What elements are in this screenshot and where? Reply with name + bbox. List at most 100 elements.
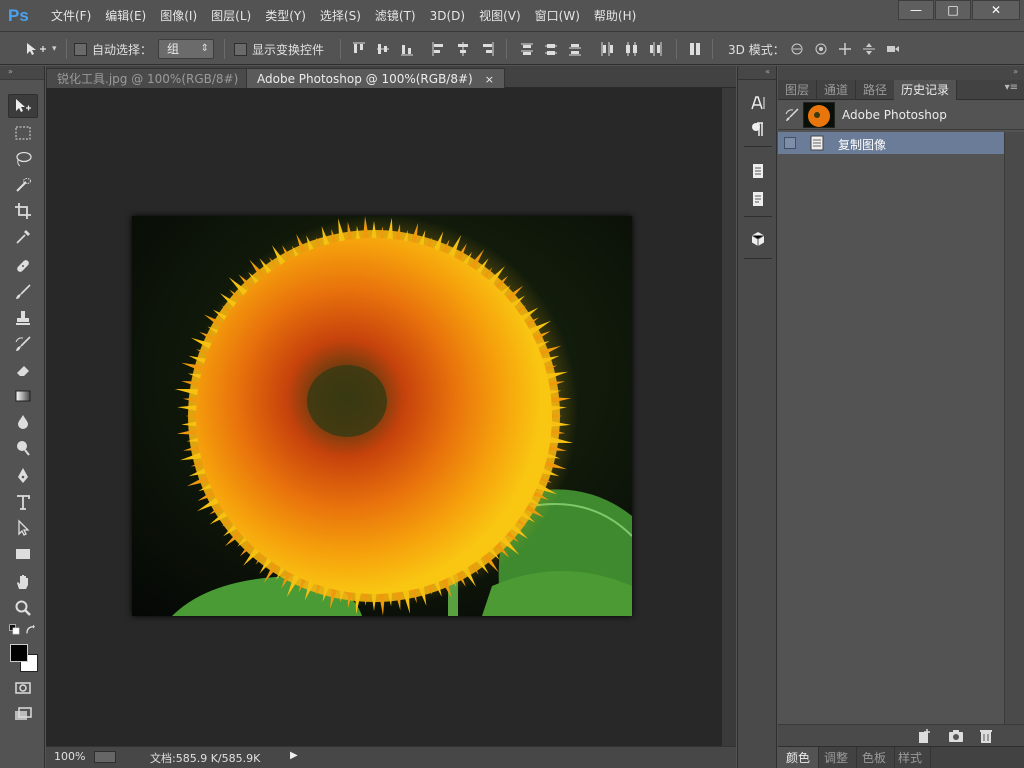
history-panel-scrollbar[interactable] <box>1004 132 1024 726</box>
paragraph-panel-icon[interactable] <box>747 118 769 140</box>
align-top-icon[interactable] <box>352 41 366 57</box>
foreground-color-swatch[interactable] <box>10 644 28 662</box>
document-image[interactable] <box>132 216 632 616</box>
minimize-button[interactable]: — <box>898 0 934 20</box>
gradient-tool-button[interactable] <box>8 384 38 408</box>
menu-3d[interactable]: 3D(D) <box>423 0 472 32</box>
3d-camera-icon[interactable] <box>886 41 904 57</box>
tab-styles[interactable]: 样式 <box>890 747 932 768</box>
dodge-tool-button[interactable] <box>8 436 38 460</box>
3d-rotate-icon[interactable] <box>790 41 808 57</box>
distribute-right-icon[interactable] <box>648 41 662 57</box>
auto-select-option: 自动选择： <box>74 39 152 59</box>
history-brush-source-checkbox[interactable] <box>784 137 796 149</box>
history-brush-tool-button[interactable] <box>8 332 38 356</box>
menu-select[interactable]: 选择(S) <box>313 0 368 32</box>
menu-layer[interactable]: 图层(L) <box>204 0 258 32</box>
status-preview-icon[interactable] <box>94 751 116 763</box>
auto-select-dropdown[interactable]: 组 <box>158 39 214 59</box>
tab-close-icon[interactable]: × <box>485 73 494 86</box>
auto-align-icon[interactable] <box>688 41 702 57</box>
menu-image[interactable]: 图像(I) <box>153 0 204 32</box>
menu-edit[interactable]: 编辑(E) <box>98 0 153 32</box>
rectangle-tool-button[interactable] <box>8 542 38 566</box>
eraser-tool-button[interactable] <box>8 358 38 382</box>
camera-icon[interactable] <box>948 728 964 744</box>
zoom-level[interactable]: 100% <box>54 750 85 763</box>
align-left-icon[interactable] <box>432 41 446 57</box>
zoom-tool-button[interactable] <box>8 596 38 620</box>
3d-panel-icon[interactable] <box>747 228 769 250</box>
new-document-from-state-icon[interactable] <box>916 728 932 744</box>
trash-icon[interactable] <box>978 728 994 744</box>
character-panel-icon[interactable] <box>747 92 769 114</box>
distribute-left-icon[interactable] <box>600 41 614 57</box>
menu-view[interactable]: 视图(V) <box>472 0 528 32</box>
swap-colors-icon[interactable] <box>25 624 37 636</box>
tools-panel-collapse[interactable]: » <box>0 66 44 80</box>
panel-menu-icon[interactable]: ▾≡ <box>1005 82 1018 93</box>
quick-mask-button[interactable] <box>8 676 38 700</box>
brush-tool-button[interactable] <box>8 280 38 304</box>
maximize-button[interactable]: □ <box>935 0 971 20</box>
show-transform-checkbox[interactable] <box>234 42 247 56</box>
tab-history[interactable]: 历史记录 <box>894 80 958 100</box>
history-state-item[interactable]: 复制图像 <box>778 132 1004 154</box>
distribute-vcenter-icon[interactable] <box>544 41 558 57</box>
crop-tool-button[interactable] <box>8 199 38 223</box>
screen-mode-button[interactable] <box>8 702 38 726</box>
distribute-hcenter-icon[interactable] <box>624 41 638 57</box>
history-brush-source-icon[interactable] <box>784 107 800 123</box>
gradient-icon <box>15 390 31 402</box>
distribute-bottom-icon[interactable] <box>568 41 582 57</box>
status-menu-arrow-icon[interactable]: ▶ <box>290 750 298 761</box>
tool-preset-picker[interactable]: ▾ <box>24 39 57 59</box>
panel-collapse[interactable]: » <box>778 66 1024 80</box>
tab-swatches[interactable]: 色板 <box>854 747 896 768</box>
3d-slide-icon[interactable] <box>862 41 880 57</box>
type-tool-button[interactable] <box>8 490 38 514</box>
menu-type[interactable]: 类型(Y) <box>258 0 313 32</box>
actions-panel-icon[interactable] <box>747 188 769 210</box>
menu-file[interactable]: 文件(F) <box>44 0 98 32</box>
tab-layers[interactable]: 图层 <box>778 80 818 100</box>
eyedropper-tool-button[interactable] <box>8 225 38 249</box>
canvas-vertical-scrollbar[interactable] <box>722 88 736 746</box>
clone-stamp-tool-button[interactable] <box>8 306 38 330</box>
tab-color[interactable]: 颜色 <box>778 747 820 768</box>
menu-filter[interactable]: 滤镜(T) <box>368 0 423 32</box>
path-select-tool-button[interactable] <box>8 516 38 540</box>
tab-sharpen-jpg[interactable]: 锐化工具.jpg @ 100%(RGB/8#)× <box>46 68 271 88</box>
tab-adjustments[interactable]: 调整 <box>816 747 858 768</box>
menu-help[interactable]: 帮助(H) <box>587 0 643 32</box>
tab-adobe-photoshop[interactable]: Adobe Photoshop @ 100%(RGB/8#) × <box>246 68 505 88</box>
blur-tool-button[interactable] <box>8 410 38 434</box>
lasso-icon <box>16 151 32 167</box>
notes-panel-icon[interactable] <box>747 160 769 182</box>
tab-paths[interactable]: 路径 <box>856 80 896 100</box>
healing-brush-tool-button[interactable] <box>8 254 38 278</box>
tools-panel: » <box>0 66 45 768</box>
move-tool-button[interactable] <box>8 94 38 118</box>
align-hcenter-icon[interactable] <box>456 41 470 57</box>
align-bottom-icon[interactable] <box>400 41 414 57</box>
align-vcenter-icon[interactable] <box>376 41 390 57</box>
canvas-area[interactable] <box>46 88 722 746</box>
menu-window[interactable]: 窗口(W) <box>528 0 587 32</box>
auto-select-checkbox[interactable] <box>74 42 87 56</box>
quick-select-tool-button[interactable] <box>8 173 38 197</box>
tab-channels[interactable]: 通道 <box>817 80 857 100</box>
pen-tool-button[interactable] <box>8 464 38 488</box>
3d-pan-icon[interactable] <box>838 41 856 57</box>
3d-roll-icon[interactable] <box>814 41 832 57</box>
collapsed-panels-collapse[interactable]: « <box>738 66 776 80</box>
divider <box>744 258 772 259</box>
close-button[interactable]: ✕ <box>972 0 1020 20</box>
hand-tool-button[interactable] <box>8 570 38 594</box>
marquee-tool-button[interactable] <box>8 121 38 145</box>
default-colors-icon[interactable] <box>9 624 21 636</box>
align-right-icon[interactable] <box>480 41 494 57</box>
distribute-top-icon[interactable] <box>520 41 534 57</box>
history-snapshot[interactable]: Adobe Photoshop <box>778 100 1024 130</box>
lasso-tool-button[interactable] <box>8 147 38 171</box>
